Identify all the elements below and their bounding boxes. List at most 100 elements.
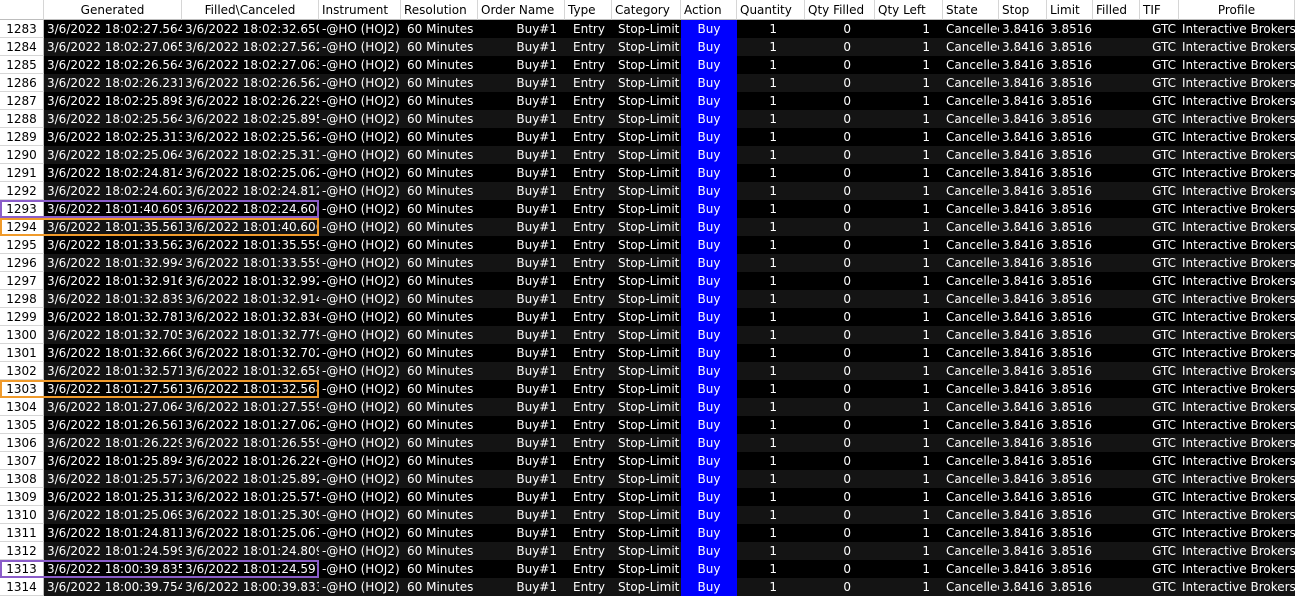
table-row[interactable]: 1292 3/6/2022 18:02:24.602 3/6/2022 18:02:… bbox=[0, 182, 1295, 200]
cell-state: Cancelled bbox=[946, 220, 999, 234]
table-row[interactable]: 1294 3/6/2022 18:01:35.561 3/6/2022 18:01:… bbox=[0, 218, 1295, 236]
table-row[interactable]: 1307 3/6/2022 18:01:25.894 3/6/2022 18:01:… bbox=[0, 452, 1295, 470]
header-profile[interactable]: Profile bbox=[1179, 0, 1295, 20]
cell-limit: 3.8516 bbox=[1050, 148, 1092, 162]
header-filled-canceled[interactable]: Filled\Canceled bbox=[182, 0, 319, 20]
cell-row-number: 1289 bbox=[0, 128, 44, 146]
cell-resolution: 60 Minutes bbox=[407, 202, 474, 216]
cell-order-name: Buy#1 bbox=[516, 526, 557, 540]
cell-profile: Interactive Brokers bbox=[1182, 130, 1295, 144]
header-type[interactable]: Type bbox=[565, 0, 612, 20]
header-order-name[interactable]: Order Name bbox=[478, 0, 565, 20]
cell-order-name: Buy#1 bbox=[516, 418, 557, 432]
table-row[interactable]: 1301 3/6/2022 18:01:32.660 3/6/2022 18:01:… bbox=[0, 344, 1295, 362]
cell-action: Buy bbox=[681, 218, 737, 236]
cell-limit: 3.8516 bbox=[1050, 184, 1092, 198]
cell-filled-canceled: 3/6/2022 18:01:40.606 bbox=[185, 220, 319, 234]
header-stop[interactable]: Stop bbox=[999, 0, 1047, 20]
table-row[interactable]: 1290 3/6/2022 18:02:25.064 3/6/2022 18:02:… bbox=[0, 146, 1295, 164]
table-row[interactable]: 1310 3/6/2022 18:01:25.069 3/6/2022 18:01:… bbox=[0, 506, 1295, 524]
cell-qty-filled: 0 bbox=[843, 490, 851, 504]
cell-stop: 3.8416 bbox=[1002, 382, 1044, 396]
cell-qty-left: 1 bbox=[922, 94, 930, 108]
cell-row-number: 1305 bbox=[0, 416, 44, 434]
table-row[interactable]: 1304 3/6/2022 18:01:27.064 3/6/2022 18:01:… bbox=[0, 398, 1295, 416]
cell-stop: 3.8416 bbox=[1002, 256, 1044, 270]
table-row[interactable]: 1312 3/6/2022 18:01:24.599 3/6/2022 18:01:… bbox=[0, 542, 1295, 560]
cell-type: Entry bbox=[573, 220, 605, 234]
cell-state: Cancelled bbox=[946, 472, 999, 486]
table-row[interactable]: 1308 3/6/2022 18:01:25.577 3/6/2022 18:01:… bbox=[0, 470, 1295, 488]
cell-filled bbox=[1093, 272, 1140, 290]
table-row[interactable]: 1305 3/6/2022 18:01:26.561 3/6/2022 18:01:… bbox=[0, 416, 1295, 434]
cell-filled bbox=[1093, 452, 1140, 470]
cell-profile: Interactive Brokers bbox=[1182, 94, 1295, 108]
header-tif[interactable]: TIF bbox=[1140, 0, 1179, 20]
header-instrument[interactable]: Instrument bbox=[319, 0, 401, 20]
header-action[interactable]: Action bbox=[681, 0, 737, 20]
table-row[interactable]: 1314 3/6/2022 18:00:39.754 3/6/2022 18:00:… bbox=[0, 578, 1295, 596]
header-resolution[interactable]: Resolution bbox=[401, 0, 478, 20]
table-row[interactable]: 1306 3/6/2022 18:01:26.229 3/6/2022 18:01:… bbox=[0, 434, 1295, 452]
table-row[interactable]: 1291 3/6/2022 18:02:24.814 3/6/2022 18:02:… bbox=[0, 164, 1295, 182]
table-row[interactable]: 1285 3/6/2022 18:02:26.564 3/6/2022 18:02:… bbox=[0, 56, 1295, 74]
table-row[interactable]: 1298 3/6/2022 18:01:32.839 3/6/2022 18:01:… bbox=[0, 290, 1295, 308]
cell-filled-canceled: 3/6/2022 18:01:25.309 bbox=[185, 508, 319, 522]
cell-quantity: 1 bbox=[769, 382, 777, 396]
table-row[interactable]: 1296 3/6/2022 18:01:32.994 3/6/2022 18:01:… bbox=[0, 254, 1295, 272]
cell-profile: Interactive Brokers bbox=[1182, 400, 1295, 414]
header-qty-left[interactable]: Qty Left bbox=[875, 0, 943, 20]
header-generated[interactable]: Generated bbox=[44, 0, 182, 20]
cell-generated: 3/6/2022 18:01:32.571 bbox=[47, 364, 182, 378]
cell-stop: 3.8416 bbox=[1002, 400, 1044, 414]
table-row[interactable]: 1309 3/6/2022 18:01:25.312 3/6/2022 18:01:… bbox=[0, 488, 1295, 506]
cell-tif: GTC bbox=[1152, 58, 1176, 72]
cell-order-name: Buy#1 bbox=[516, 292, 557, 306]
cell-resolution: 60 Minutes bbox=[407, 490, 474, 504]
table-row[interactable]: 1289 3/6/2022 18:02:25.313 3/6/2022 18:02:… bbox=[0, 128, 1295, 146]
table-row[interactable]: 1286 3/6/2022 18:02:26.231 3/6/2022 18:02:… bbox=[0, 74, 1295, 92]
table-row[interactable]: 1302 3/6/2022 18:01:32.571 3/6/2022 18:01:… bbox=[0, 362, 1295, 380]
cell-generated: 3/6/2022 18:02:24.602 bbox=[47, 184, 182, 198]
table-row[interactable]: 1288 3/6/2022 18:02:25.564 3/6/2022 18:02:… bbox=[0, 110, 1295, 128]
table-row[interactable]: 1299 3/6/2022 18:01:32.781 3/6/2022 18:01:… bbox=[0, 308, 1295, 326]
table-row[interactable]: 1297 3/6/2022 18:01:32.916 3/6/2022 18:01:… bbox=[0, 272, 1295, 290]
cell-order-name: Buy#1 bbox=[516, 112, 557, 126]
table-row[interactable]: 1311 3/6/2022 18:01:24.811 3/6/2022 18:01:… bbox=[0, 524, 1295, 542]
header-state[interactable]: State bbox=[943, 0, 999, 20]
cell-order-name: Buy#1 bbox=[516, 508, 557, 522]
cell-category: Stop-Limit bbox=[618, 418, 680, 432]
cell-filled-canceled: 3/6/2022 18:01:32.914 bbox=[185, 292, 319, 306]
header-qty-filled[interactable]: Qty Filled bbox=[805, 0, 875, 20]
cell-state: Cancelled bbox=[946, 112, 999, 126]
cell-instrument: -@HO (HOJ2) bbox=[322, 94, 400, 108]
cell-quantity: 1 bbox=[769, 76, 777, 90]
cell-filled bbox=[1093, 542, 1140, 560]
table-row[interactable]: 1284 3/6/2022 18:02:27.065 3/6/2022 18:02:… bbox=[0, 38, 1295, 56]
header-limit[interactable]: Limit bbox=[1047, 0, 1093, 20]
cell-profile: Interactive Brokers bbox=[1182, 562, 1295, 576]
cell-stop: 3.8416 bbox=[1002, 418, 1044, 432]
table-row[interactable]: 1283 3/6/2022 18:02:27.564 3/6/2022 18:02:… bbox=[0, 20, 1295, 38]
table-row[interactable]: 1313 3/6/2022 18:00:39.835 3/6/2022 18:01:… bbox=[0, 560, 1295, 578]
cell-row-number: 1287 bbox=[0, 92, 44, 110]
cell-order-name: Buy#1 bbox=[516, 58, 557, 72]
table-row[interactable]: 1295 3/6/2022 18:01:33.562 3/6/2022 18:01:… bbox=[0, 236, 1295, 254]
header-row-number[interactable] bbox=[0, 0, 44, 20]
cell-row-number: 1285 bbox=[0, 56, 44, 74]
table-row[interactable]: 1300 3/6/2022 18:01:32.705 3/6/2022 18:01:… bbox=[0, 326, 1295, 344]
header-filled[interactable]: Filled bbox=[1093, 0, 1140, 20]
cell-tif: GTC bbox=[1152, 202, 1176, 216]
header-category[interactable]: Category bbox=[612, 0, 681, 20]
table-row[interactable]: 1287 3/6/2022 18:02:25.898 3/6/2022 18:02:… bbox=[0, 92, 1295, 110]
table-row[interactable]: 1293 3/6/2022 18:01:40.609 3/6/2022 18:02:… bbox=[0, 200, 1295, 218]
header-quantity[interactable]: Quantity bbox=[737, 0, 805, 20]
cell-resolution: 60 Minutes bbox=[407, 274, 474, 288]
cell-qty-left: 1 bbox=[922, 346, 930, 360]
cell-instrument: -@HO (HOJ2) bbox=[322, 364, 400, 378]
cell-tif: GTC bbox=[1152, 508, 1176, 522]
cell-row-number: 1311 bbox=[0, 524, 44, 542]
table-row[interactable]: 1303 3/6/2022 18:01:27.561 3/6/2022 18:01:… bbox=[0, 380, 1295, 398]
cell-filled bbox=[1093, 74, 1140, 92]
cell-qty-left: 1 bbox=[922, 238, 930, 252]
